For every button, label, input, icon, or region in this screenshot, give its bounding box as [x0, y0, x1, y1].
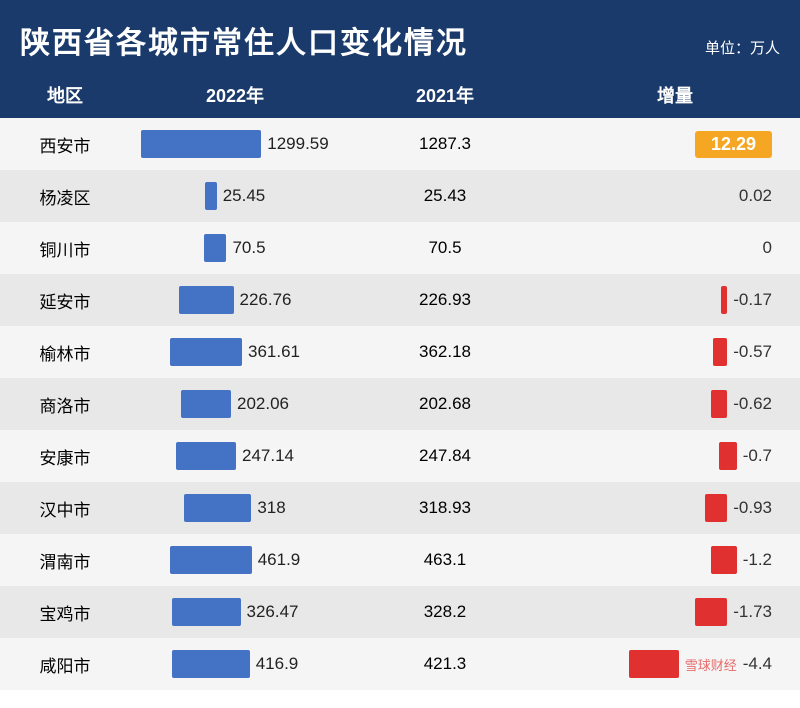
- cell-2021: 328.2: [340, 586, 550, 638]
- cell-2022: 361.61: [130, 326, 340, 378]
- cell-2022: 25.45: [130, 170, 340, 222]
- table-row: 铜川市70.570.50: [0, 222, 800, 274]
- cell-region: 铜川市: [0, 222, 130, 274]
- cell-change: 雪球财经-4.4: [550, 638, 800, 690]
- cell-2021: 202.68: [340, 378, 550, 430]
- cell-change: -0.93: [550, 482, 800, 534]
- table-row: 杨凌区25.4525.430.02: [0, 170, 800, 222]
- cell-2022: 70.5: [130, 222, 340, 274]
- table-row: 宝鸡市326.47328.2-1.73: [0, 586, 800, 638]
- cell-2021: 226.93: [340, 274, 550, 326]
- cell-change: -0.17: [550, 274, 800, 326]
- cell-region: 榆林市: [0, 326, 130, 378]
- table-row: 咸阳市416.9421.3雪球财经-4.4: [0, 638, 800, 690]
- cell-region: 安康市: [0, 430, 130, 482]
- cell-change: -0.57: [550, 326, 800, 378]
- cell-region: 西安市: [0, 118, 130, 170]
- data-table: 地区 2022年 2021年 增量 西安市1299.591287.312.29杨…: [0, 72, 800, 690]
- cell-change: 0.02: [550, 170, 800, 222]
- cell-2022: 1299.59: [130, 118, 340, 170]
- cell-2022: 326.47: [130, 586, 340, 638]
- cell-2021: 362.18: [340, 326, 550, 378]
- cell-region: 汉中市: [0, 482, 130, 534]
- cell-2022: 416.9: [130, 638, 340, 690]
- table-row: 安康市247.14247.84-0.7: [0, 430, 800, 482]
- cell-region: 杨凌区: [0, 170, 130, 222]
- table-wrapper: 地区 2022年 2021年 增量 西安市1299.591287.312.29杨…: [0, 72, 800, 708]
- cell-2022: 461.9: [130, 534, 340, 586]
- cell-2021: 247.84: [340, 430, 550, 482]
- cell-change: 0: [550, 222, 800, 274]
- cell-region: 商洛市: [0, 378, 130, 430]
- watermark: 雪球财经: [685, 655, 737, 674]
- cell-change: 12.29: [550, 118, 800, 170]
- cell-change: -1.73: [550, 586, 800, 638]
- cell-2021: 1287.3: [340, 118, 550, 170]
- table-row: 西安市1299.591287.312.29: [0, 118, 800, 170]
- unit-label: 单位：万人: [705, 37, 780, 58]
- cell-change: -0.62: [550, 378, 800, 430]
- col-header-change: 增量: [550, 72, 800, 118]
- header: 陕西省各城市常住人口变化情况 单位：万人: [0, 0, 800, 72]
- col-header-2022: 2022年: [130, 72, 340, 118]
- cell-2021: 25.43: [340, 170, 550, 222]
- col-header-region: 地区: [0, 72, 130, 118]
- main-container: 陕西省各城市常住人口变化情况 单位：万人 地区 2022年 2021年 增量 西…: [0, 0, 800, 708]
- col-header-2021: 2021年: [340, 72, 550, 118]
- table-row: 榆林市361.61362.18-0.57: [0, 326, 800, 378]
- table-row: 汉中市318318.93-0.93: [0, 482, 800, 534]
- main-title: 陕西省各城市常住人口变化情况: [20, 18, 468, 62]
- table-row: 商洛市202.06202.68-0.62: [0, 378, 800, 430]
- cell-2021: 318.93: [340, 482, 550, 534]
- table-row: 延安市226.76226.93-0.17: [0, 274, 800, 326]
- cell-region: 咸阳市: [0, 638, 130, 690]
- cell-change: -0.7: [550, 430, 800, 482]
- cell-2021: 421.3: [340, 638, 550, 690]
- table-header-row: 地区 2022年 2021年 增量: [0, 72, 800, 118]
- cell-region: 渭南市: [0, 534, 130, 586]
- cell-2022: 247.14: [130, 430, 340, 482]
- cell-2021: 70.5: [340, 222, 550, 274]
- table-row: 渭南市461.9463.1-1.2: [0, 534, 800, 586]
- cell-2022: 318: [130, 482, 340, 534]
- cell-region: 延安市: [0, 274, 130, 326]
- cell-2022: 202.06: [130, 378, 340, 430]
- cell-2022: 226.76: [130, 274, 340, 326]
- cell-region: 宝鸡市: [0, 586, 130, 638]
- cell-change: -1.2: [550, 534, 800, 586]
- cell-2021: 463.1: [340, 534, 550, 586]
